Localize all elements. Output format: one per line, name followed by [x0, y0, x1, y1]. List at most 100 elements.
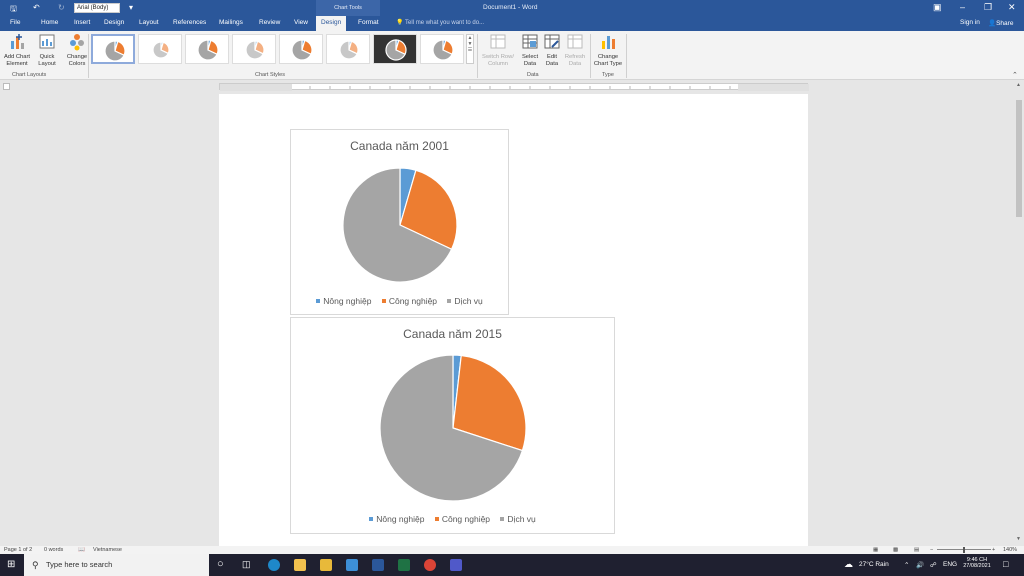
change-chart-type-button[interactable]: Change Chart Type	[592, 33, 624, 68]
store-icon[interactable]	[294, 559, 306, 571]
weather-icon[interactable]: ☁	[844, 559, 853, 570]
tab-selector[interactable]	[3, 83, 10, 90]
word-icon[interactable]	[372, 559, 384, 571]
cortana-icon[interactable]: ○	[217, 558, 224, 570]
quick-layout-button[interactable]: Quick Layout	[34, 33, 60, 68]
web-layout-icon[interactable]: ▤	[914, 547, 919, 553]
language-indicator[interactable]: ENG	[943, 561, 957, 568]
add-chart-element-button[interactable]: Add Chart Element	[2, 33, 32, 68]
page-count[interactable]: Page 1 of 2	[4, 547, 32, 553]
tab-references[interactable]: References	[173, 19, 206, 26]
network-icon[interactable]: ☍	[930, 561, 937, 569]
style-thumbnail-pie	[152, 41, 170, 59]
refresh-data-button[interactable]: Refresh Data	[563, 33, 587, 68]
windows-start-icon[interactable]: ⊞	[7, 559, 15, 570]
tell-me-box[interactable]: 💡 Tell me what you want to do...	[396, 19, 484, 26]
tab-file[interactable]: File	[10, 19, 20, 26]
scroll-up-icon[interactable]: ▲	[1016, 82, 1021, 88]
chart-style-8[interactable]	[420, 34, 464, 64]
task-view-icon[interactable]: ◫	[242, 559, 251, 570]
pie-chart-2015[interactable]: Canada năm 2015 Nông nghiệp Công nghiệp …	[290, 317, 615, 534]
collapse-ribbon-icon[interactable]: ⌃	[1012, 71, 1018, 79]
file-explorer-icon[interactable]	[320, 559, 332, 571]
mail-icon[interactable]	[346, 559, 358, 571]
change-chart-type-label: Change Chart Type	[593, 54, 623, 67]
document-page[interactable]: Canada năm 2001 Nông nghiệp Công nghiệp …	[219, 94, 808, 546]
style-thumbnail-pie	[291, 39, 313, 61]
close-icon[interactable]: ✕	[1008, 2, 1016, 13]
tab-format[interactable]: Format	[358, 19, 379, 26]
tab-chart-design[interactable]: Design	[316, 16, 347, 31]
language-indicator[interactable]: Vietnamese	[93, 547, 122, 553]
taskbar-search[interactable]: ⚲ Type here to search	[24, 554, 209, 576]
style-thumbnail-pie	[432, 39, 454, 61]
restore-icon[interactable]: ❐	[984, 2, 992, 13]
edge-icon[interactable]	[268, 559, 280, 571]
horizontal-ruler[interactable]	[219, 83, 809, 91]
minimize-icon[interactable]: –	[960, 2, 965, 12]
zoom-level[interactable]: 140%	[1003, 547, 1017, 553]
sign-in-link[interactable]: Sign in	[960, 19, 980, 26]
pie-plot	[379, 354, 527, 502]
change-colors-button[interactable]: Change Colors	[63, 33, 91, 68]
pie-chart-2001[interactable]: Canada năm 2001 Nông nghiệp Công nghiệp …	[290, 129, 509, 315]
chart-style-2[interactable]	[138, 34, 182, 64]
tab-design[interactable]: Design	[104, 19, 124, 26]
proofing-icon[interactable]: 📖	[78, 547, 85, 553]
clock[interactable]: 9:46 CH 27/08/2021	[962, 557, 992, 569]
vertical-scrollbar[interactable]: ▲ ▼	[1014, 80, 1024, 546]
chart-tools-label: Chart Tools	[316, 0, 380, 16]
customize-toolbar-icon[interactable]: ▾	[129, 3, 133, 12]
style-thumbnail-pie	[104, 40, 126, 62]
person-icon: 👤	[988, 20, 997, 27]
legend-item: Nông nghiệp	[316, 296, 371, 306]
tab-home[interactable]: Home	[41, 19, 58, 26]
scroll-down-icon[interactable]: ▼	[1016, 536, 1021, 542]
ribbon-display-icon[interactable]: ▣	[933, 2, 942, 13]
word-count[interactable]: 0 words	[44, 547, 63, 553]
change-colors-label: Change Colors	[66, 54, 88, 67]
notifications-icon[interactable]: □	[1003, 559, 1008, 569]
save-icon[interactable]: 🖫	[10, 3, 17, 17]
gallery-scroll[interactable]: ▲ ▼ ☰	[466, 34, 474, 64]
chart-style-5[interactable]	[279, 34, 323, 64]
edit-data-button[interactable]: Edit Data	[542, 33, 562, 68]
legend-swatch	[447, 299, 452, 303]
tab-layout[interactable]: Layout	[139, 19, 159, 26]
legend-swatch	[369, 517, 374, 521]
chevron-up-icon[interactable]: ⌃	[904, 561, 909, 569]
scroll-thumb[interactable]	[1016, 100, 1022, 217]
tab-review[interactable]: Review	[259, 19, 280, 26]
read-mode-icon[interactable]: ▦	[873, 547, 878, 553]
switch-row-column-button[interactable]: Switch Row/ Column	[480, 33, 516, 68]
chart-style-7[interactable]	[373, 34, 417, 64]
status-bar: Page 1 of 2 0 words 📖 Vietnamese ▦ ▩ ▤ −…	[0, 546, 1024, 554]
zoom-slider-thumb[interactable]	[963, 547, 965, 553]
ribbon-separator	[626, 34, 627, 78]
chart-style-4[interactable]	[232, 34, 276, 64]
weather-text[interactable]: 27°C Rain	[859, 561, 889, 568]
excel-icon[interactable]	[398, 559, 410, 571]
zoom-out-icon[interactable]: −	[930, 547, 933, 553]
volume-icon[interactable]: 🔊	[916, 561, 924, 569]
teams-icon[interactable]	[450, 559, 462, 571]
tab-insert[interactable]: Insert	[74, 19, 90, 26]
chart-style-3[interactable]	[185, 34, 229, 64]
zoom-in-icon[interactable]: +	[992, 547, 995, 553]
chart-style-1[interactable]	[91, 34, 135, 64]
chrome-icon[interactable]	[424, 559, 436, 571]
tab-view[interactable]: View	[294, 19, 308, 26]
refresh-data-icon	[567, 34, 583, 49]
share-button[interactable]: 👤Share	[988, 19, 1013, 27]
font-name-box[interactable]: Arial (Body)	[74, 3, 120, 13]
select-data-label: Select Data	[521, 54, 539, 67]
redo-icon[interactable]: ↻	[58, 3, 65, 12]
add-chart-element-icon	[11, 34, 24, 49]
tab-mailings[interactable]: Mailings	[219, 19, 243, 26]
legend-swatch	[500, 517, 505, 521]
select-data-button[interactable]: Select Data	[519, 33, 541, 68]
change-chart-type-icon	[602, 36, 615, 49]
chart-style-6[interactable]	[326, 34, 370, 64]
undo-icon[interactable]: ↶	[33, 3, 40, 12]
print-layout-icon[interactable]: ▩	[893, 547, 898, 553]
